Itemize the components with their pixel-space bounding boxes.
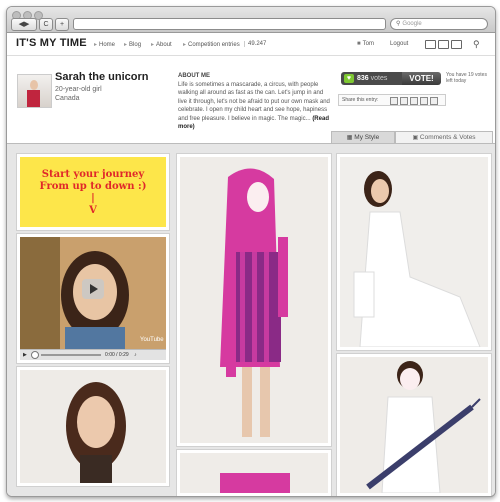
progress-track[interactable] [40,353,101,356]
vote-button[interactable]: VOTE! [402,72,441,85]
logout-link[interactable]: Logout [390,41,408,47]
site-header: IT'S MY TIME ▸ Home ▸ Blog ▸ About ▸ Competi… [7,33,495,56]
avatar[interactable] [17,74,52,108]
photo-portrait-image [20,370,166,483]
browser-toolbar: ◀▶ C + ⚲ Google [7,7,495,33]
browser-search-field[interactable]: ⚲ Google [390,18,488,30]
reload-icon: C [43,21,49,28]
plus-icon: + [59,21,65,28]
style-gallery: Start your journey From up to down :) | … [7,143,495,496]
browser-window: ◀▶ C + ⚲ Google IT'S MY TIME ▸ Home ▸ Blog … [6,6,496,497]
votes-left-note: You have 19 votes left today [446,72,487,84]
play-button[interactable] [82,279,104,299]
share-delicious-icon[interactable] [430,97,438,105]
volume-icon[interactable]: ♪ [134,352,137,358]
youtube-badge: YouTube [140,337,164,343]
profile-country: Canada [55,95,80,102]
video-time: 0:00 / 0:29 [105,352,129,358]
photo-portrait[interactable] [17,367,169,486]
about-heading: ABOUT ME [178,73,210,79]
journey-card: Start your journey From up to down :) | … [17,154,169,230]
grid-view-icon[interactable] [425,40,436,49]
site-logo[interactable]: IT'S MY TIME [16,37,87,49]
share-label: Share this entry: [342,97,379,103]
profile-name: Sarah the unicorn [55,71,149,83]
share-twitter-icon[interactable] [400,97,408,105]
share-bar: Share this entry: [338,94,446,106]
photo-pink-dress[interactable] [177,154,331,446]
journey-text: Start your journey From up to down :) | … [39,169,147,216]
photo-white-dress[interactable] [337,154,491,350]
search-placeholder: Google [402,21,422,27]
address-bar[interactable] [73,18,386,30]
entry-count: 49.247 [244,41,266,47]
grid-icon: ▦ [346,135,353,141]
forward-icon[interactable]: ▶ [24,21,29,28]
share-myspace-icon[interactable] [420,97,428,105]
heart-icon: ♥ [344,73,354,83]
photo-pink-partial-image [180,453,328,493]
nav-competition-entries[interactable]: ▸ Competition entries [183,41,240,48]
play-icon[interactable]: ▶ [23,352,27,358]
user-menu[interactable]: ■ Tom [357,41,374,47]
nav-blog[interactable]: ▸ Blog [124,41,141,48]
share-email-icon[interactable] [410,97,418,105]
photo-umbrella-image [340,357,488,493]
video-controls: ▶ 0:00 / 0:29 ♪ [20,349,166,360]
new-tab-button[interactable]: + [55,18,69,31]
search-icon[interactable]: ⚲ [473,39,480,50]
video-player[interactable]: YouTube ▶ 0:00 / 0:29 ♪ [17,234,169,363]
photo-umbrella[interactable] [337,354,491,496]
user-icon: ■ [357,41,361,47]
back-forward-buttons[interactable]: ◀▶ [11,18,37,31]
comment-icon: ▣ [412,135,419,141]
photo-pink-partial[interactable] [177,450,331,496]
nav-about[interactable]: ▸ About [151,41,172,48]
magnifier-icon: ⚲ [396,21,401,27]
profile-card-icon[interactable] [438,40,449,49]
profile-section: Sarah the unicorn 20-year-old girl Canad… [7,56,495,144]
reload-button[interactable]: C [39,18,53,31]
nav-home[interactable]: ▸ Home [94,41,115,48]
photo-white-dress-image [340,157,488,347]
vote-count: ♥ 836 votes [341,72,402,85]
about-text: Life is sometimes a mascarade, a circus,… [178,82,330,131]
progress-knob[interactable] [31,350,40,359]
profile-subtitle: 20-year-old girl [55,86,102,93]
share-facebook-icon[interactable] [390,97,398,105]
chat-icon[interactable] [451,40,462,49]
photo-pink-dress-image [180,157,328,443]
